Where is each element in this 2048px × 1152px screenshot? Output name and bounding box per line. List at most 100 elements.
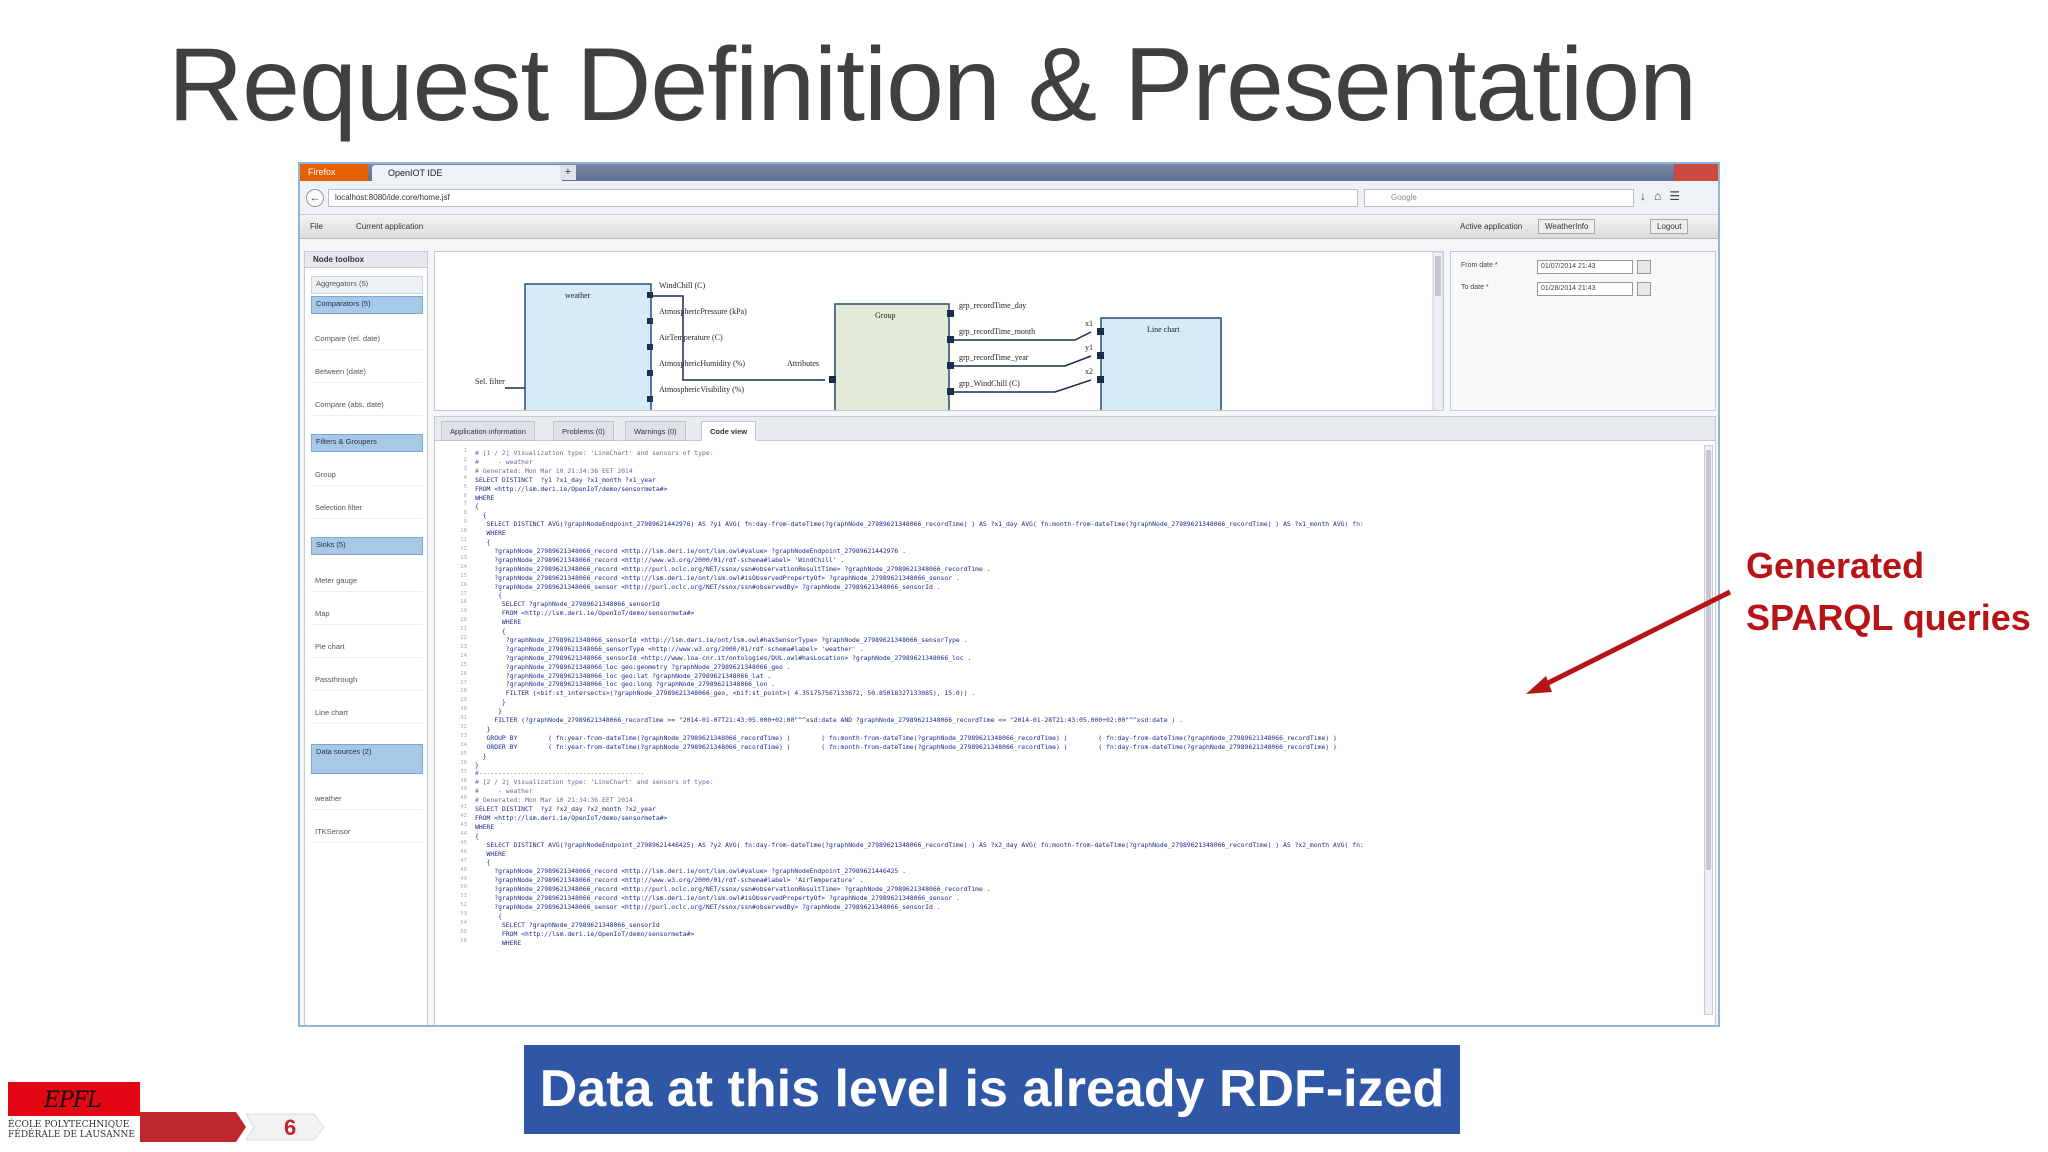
node-toolbox: Node toolbox Aggregators (5) Comparators… [304,251,428,1025]
toolbox-item[interactable]: Pie chart [311,640,423,658]
code-line: # Generated: Mon Mar 10 21:34:36 EET 201… [475,796,633,805]
weather-port: WindChill (C) [659,281,705,290]
code-line: ?graphNode_27989621348066_loc geo:lat ?g… [475,671,772,680]
code-line: WHERE [475,822,495,831]
file-menu[interactable]: File [310,222,323,231]
code-line: ?graphNode_27989621348066_sensor <http:/… [475,902,941,911]
code-line: } [475,698,506,707]
code-line: { [475,858,491,867]
tab-problems[interactable]: Problems (0) [553,421,614,441]
tab-warnings[interactable]: Warnings (0) [625,421,686,441]
toolbox-item[interactable]: Passthrough [311,673,423,691]
sel-filter-label: Sel. filter [475,377,505,386]
code-line: ?graphNode_27989621348066_sensorId <http… [475,635,968,644]
slide-title: Request Definition & Presentation [168,27,1697,143]
code-line: GROUP BY ( fn:year-from-dateTime(?graphN… [475,733,1337,742]
logo-subtitle-line: ÉCOLE POLYTECHNIQUE [8,1120,130,1130]
code-line: } [475,724,491,733]
weather-node-label: weather [565,291,591,300]
code-line: ?graphNode_27989621348066_record <http:/… [475,876,864,885]
toolbox-data-sources[interactable]: Data sources (2) [311,744,423,774]
code-line: ?graphNode_27989621348066_loc geo:long ?… [475,680,776,689]
toolbox-item[interactable]: Compare (rel. date) [311,332,423,350]
code-line: # [1 / 2] Visualization type: 'LineChart… [475,449,714,457]
browser-tab[interactable]: OpenIOT IDE [372,165,562,181]
code-line: SELECT ?graphNode_27989621348066_sensorI… [475,600,660,609]
code-line: } [475,751,487,760]
code-line: } [475,707,502,716]
logout-button[interactable]: Logout [1650,219,1689,234]
code-line: FROM <http://lsm.deri.ie/OpenIoT/demo/se… [475,484,668,493]
code-line: ?graphNode_27989621348066_record <http:/… [475,546,906,555]
code-line: FROM <http://lsm.deri.ie/OpenIoT/demo/se… [475,929,695,938]
firefox-menu-button[interactable]: Firefox [300,164,368,181]
toolbox-item[interactable]: Map [311,607,423,625]
toolbox-item[interactable]: weather [311,792,423,810]
ide-screenshot: Firefox OpenIOT IDE + ← localhost:8080/i… [298,162,1720,1027]
close-window-button[interactable] [1674,164,1718,181]
code-line: FROM <http://lsm.deri.ie/OpenIoT/demo/se… [475,609,695,618]
toolbox-filters-groupers[interactable]: Filters & Groupers [311,434,423,452]
browser-tabstrip: Firefox OpenIOT IDE + [300,164,1718,181]
toolbox-item[interactable]: Group [311,468,423,486]
attributes-label: Attributes [787,359,819,368]
code-line: FILTER (?graphNode_27989621348066_record… [475,716,1183,724]
toolbox-item[interactable]: Selection filter [311,501,423,519]
new-tab-button[interactable]: + [560,165,576,180]
back-arrow-icon[interactable]: ← [306,189,324,207]
weather-port: AirTemperature (C) [659,333,723,342]
toolbox-item[interactable]: Meter gauge [311,574,423,592]
toolbox-sinks[interactable]: Sinks (5) [311,537,423,555]
code-line: ?graphNode_27989621348066_record <http:/… [475,867,906,876]
current-application-menu[interactable]: Current application [356,222,423,231]
browser-toolbar: ← localhost:8080/ide.core/home.jsf Googl… [300,181,1718,215]
calendar-icon[interactable] [1637,282,1651,296]
weather-port: AtmosphericHumidity (%) [659,359,745,368]
code-line: { [475,627,506,635]
toolbox-item[interactable]: Line chart [311,706,423,724]
code-line: FROM <http://lsm.deri.ie/OpenIoT/demo/se… [475,813,668,822]
code-line: WHERE [475,849,506,858]
code-panel: Application information Problems (0) War… [434,416,1716,1025]
url-input[interactable]: localhost:8080/ide.core/home.jsf [328,189,1358,207]
node-canvas[interactable]: weather WindChill (C) AtmosphericPressur… [434,251,1444,411]
weather-node[interactable] [524,283,652,411]
scrollbar-thumb[interactable] [1706,450,1711,870]
code-line: { [475,538,491,546]
toolbox-item[interactable]: Between (date) [311,365,423,383]
toolbar-icons[interactable]: ↓⌂☰ [1640,189,1688,203]
code-tabs: Application information Problems (0) War… [435,417,1715,441]
group-port: grp_recordTime_day [959,301,1026,310]
tab-code-view[interactable]: Code view [701,421,757,441]
app-menubar: File Current application Active applicat… [300,215,1718,239]
toolbox-header: Node toolbox [305,252,427,268]
from-date-input[interactable]: 01/07/2014 21:43 [1537,260,1633,274]
calendar-icon[interactable] [1637,260,1651,274]
toolbox-comparators[interactable]: Comparators (5) [311,296,423,314]
to-date-label: To date * [1461,284,1489,291]
page-number-arrow [140,1112,325,1142]
code-view[interactable]: 1 2 3 4 5 6 7 8 9 10 11 12 13 14 15 16 17 18 19 20 21 22 23 24 2… [435,443,1701,1023]
code-line: ?graphNode_27989621348066_record <http:/… [475,564,991,573]
code-line: } [475,760,479,769]
code-line: # Generated: Mon Mar 10 21:34:36 EET 201… [475,466,633,475]
code-line: SELECT ?graphNode_27989621348066_sensorI… [475,920,660,929]
weather-port: AtmosphericVisibility (%) [659,385,744,394]
search-input[interactable]: Google [1364,189,1634,207]
toolbox-aggregators[interactable]: Aggregators (5) [311,276,423,294]
to-date-input[interactable]: 01/28/2014 21:43 [1537,282,1633,296]
code-line: ?graphNode_27989621348066_record <http:/… [475,555,845,564]
tab-application-information[interactable]: Application information [441,421,535,441]
code-scrollbar[interactable] [1704,445,1713,1015]
active-application-select[interactable]: WeatherInfo [1538,219,1596,234]
group-node[interactable] [834,303,950,411]
toolbox-item[interactable]: ITKSensor [311,825,423,843]
code-line: SELECT DISTINCT AVG(?graphNodeEndpoint_2… [475,840,1364,849]
logo-subtitle: ÉCOLE POLYTECHNIQUE FÉDÉRALE DE LAUSANNE [8,1120,140,1140]
code-line: #---------------------------------------… [475,769,645,778]
line-chart-port: x2 [1085,367,1093,376]
callout-line: Generated [1746,545,1925,586]
group-port: grp_WindChill (C) [959,379,1020,388]
line-chart-port: y1 [1085,343,1093,352]
toolbox-item[interactable]: Compare (abs. date) [311,398,423,416]
